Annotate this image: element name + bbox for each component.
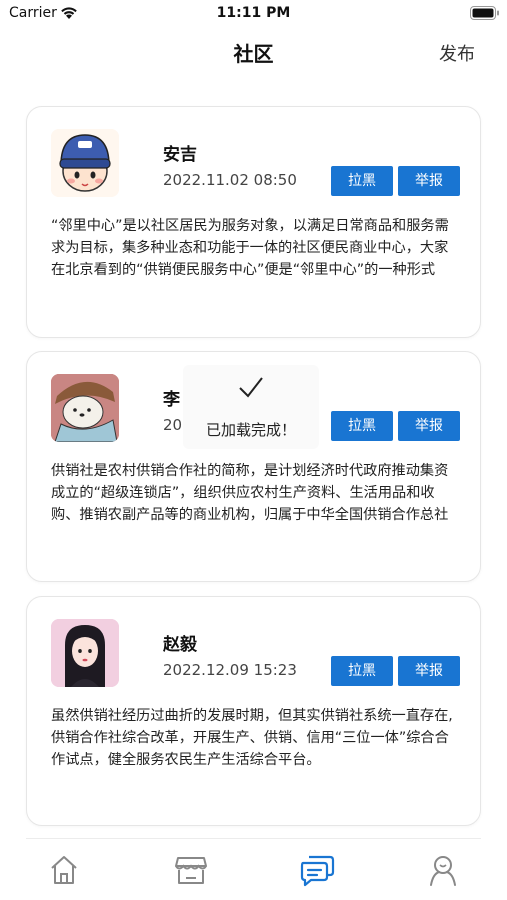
report-button[interactable]: 举报 (398, 656, 460, 686)
tab-store[interactable] (171, 852, 211, 888)
publish-button[interactable]: 发布 (439, 40, 475, 66)
avatar-boy-beanie-image (51, 129, 119, 197)
battery-icon (470, 6, 499, 20)
post-timestamp: 2022.12.09 15:23 (163, 661, 297, 679)
avatar-girl-image (51, 619, 119, 687)
avatar-bear-scarf-image (51, 374, 119, 442)
post-author-name: 安吉 (163, 145, 197, 165)
home-icon (51, 856, 77, 884)
block-user-button[interactable]: 拉黑 (331, 166, 393, 196)
post-content: “邻里中心”是以社区居民为服务对象，以满足日常商品和服务需求为目标，集多种业态和… (51, 218, 449, 278)
toast: 已加载完成！ (183, 365, 319, 449)
clock: 11:11 PM (216, 5, 291, 21)
store-icon (175, 857, 207, 884)
tab-community[interactable] (297, 852, 337, 888)
profile-icon (430, 856, 456, 886)
avatar[interactable] (51, 619, 119, 687)
page-title: 社区 (233, 42, 274, 66)
avatar[interactable] (51, 129, 119, 197)
checkmark-icon (239, 377, 263, 398)
post-card: 赵毅 2022.12.09 15:23 拉黑 举报 虽然供销社经历过曲折的发展时… (26, 596, 481, 826)
avatar[interactable] (51, 374, 119, 442)
toast-message: 已加载完成！ (205, 421, 296, 439)
tabbar-divider (26, 838, 481, 839)
report-button[interactable]: 举报 (398, 166, 460, 196)
post-timestamp: 2022.11.02 08:50 (163, 171, 297, 189)
status-bar: Carrier 11:11 PM (0, 0, 507, 30)
post-timestamp: 20 (163, 416, 183, 434)
block-user-button[interactable]: 拉黑 (331, 411, 393, 441)
post-author-name: 李 (163, 390, 180, 410)
post-content: 虽然供销社经历过曲折的发展时期，但其实供销社系统一直存在,供销合作社综合改革，开… (51, 708, 453, 768)
community-chat-icon (300, 855, 335, 887)
post-card: 安吉 2022.11.02 08:50 拉黑 举报 “邻里中心”是以社区居民为服… (26, 106, 481, 338)
report-button[interactable]: 举报 (398, 411, 460, 441)
tab-profile[interactable] (423, 852, 463, 888)
block-user-button[interactable]: 拉黑 (331, 656, 393, 686)
post-content: 供销社是农村供销合作社的简称，是计划经济时代政府推动集资成立的“超级连锁店”，组… (51, 463, 449, 523)
post-author-name: 赵毅 (163, 635, 197, 655)
tab-home[interactable] (44, 852, 84, 888)
